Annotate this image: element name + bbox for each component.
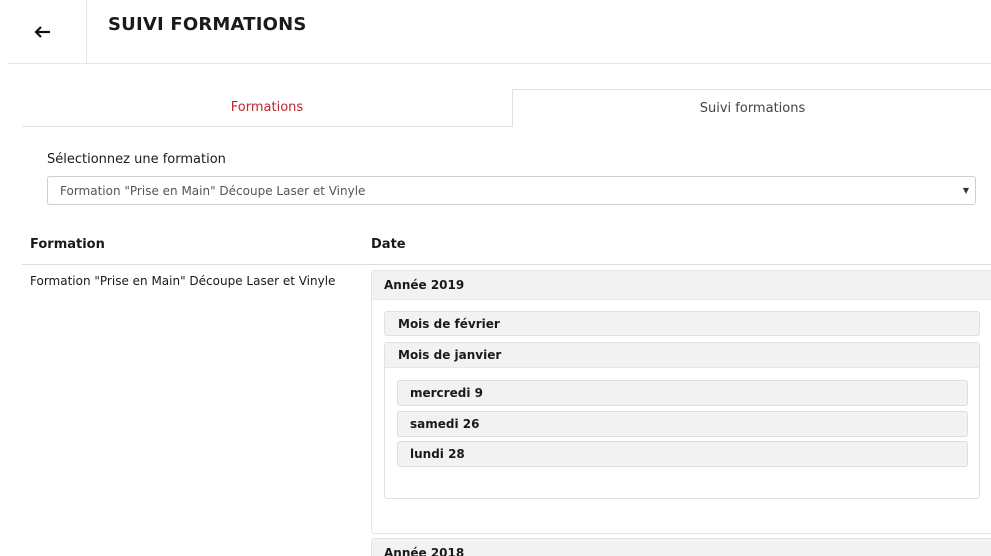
caret-down-icon: ▼ (962, 186, 969, 195)
month-header-janvier[interactable]: Mois de janvier (385, 343, 979, 368)
formation-select-value: Formation "Prise en Main" Découpe Laser … (60, 183, 366, 198)
day-item[interactable]: lundi 28 (397, 441, 968, 467)
year-panel-2018: Année 2018 (371, 538, 991, 556)
day-item[interactable]: samedi 26 (397, 411, 968, 437)
header: SUIVI FORMATIONS (0, 0, 991, 64)
header-divider (8, 63, 991, 64)
column-header-date: Date (371, 237, 406, 252)
year-header-2019[interactable]: Année 2019 (372, 271, 991, 300)
tab-formations[interactable]: Formations (22, 89, 512, 127)
page: SUIVI FORMATIONS Formations Suivi format… (0, 0, 991, 556)
table-cell-formation: Formation "Prise en Main" Découpe Laser … (30, 274, 336, 288)
tabs: Formations Suivi formations (22, 89, 991, 127)
tab-suivi-formations[interactable]: Suivi formations (512, 89, 991, 127)
page-title: SUIVI FORMATIONS (108, 14, 307, 35)
table-header-divider (22, 264, 991, 265)
arrow-left-icon (34, 25, 50, 38)
select-label: Sélectionnez une formation (47, 152, 226, 167)
formation-select[interactable]: Formation "Prise en Main" Découpe Laser … (47, 176, 976, 205)
year-header-2018[interactable]: Année 2018 (372, 539, 991, 556)
month-header-fevrier[interactable]: Mois de février (384, 311, 980, 336)
day-item[interactable]: mercredi 9 (397, 380, 968, 406)
column-header-formation: Formation (30, 237, 105, 252)
back-button[interactable] (0, 0, 87, 63)
